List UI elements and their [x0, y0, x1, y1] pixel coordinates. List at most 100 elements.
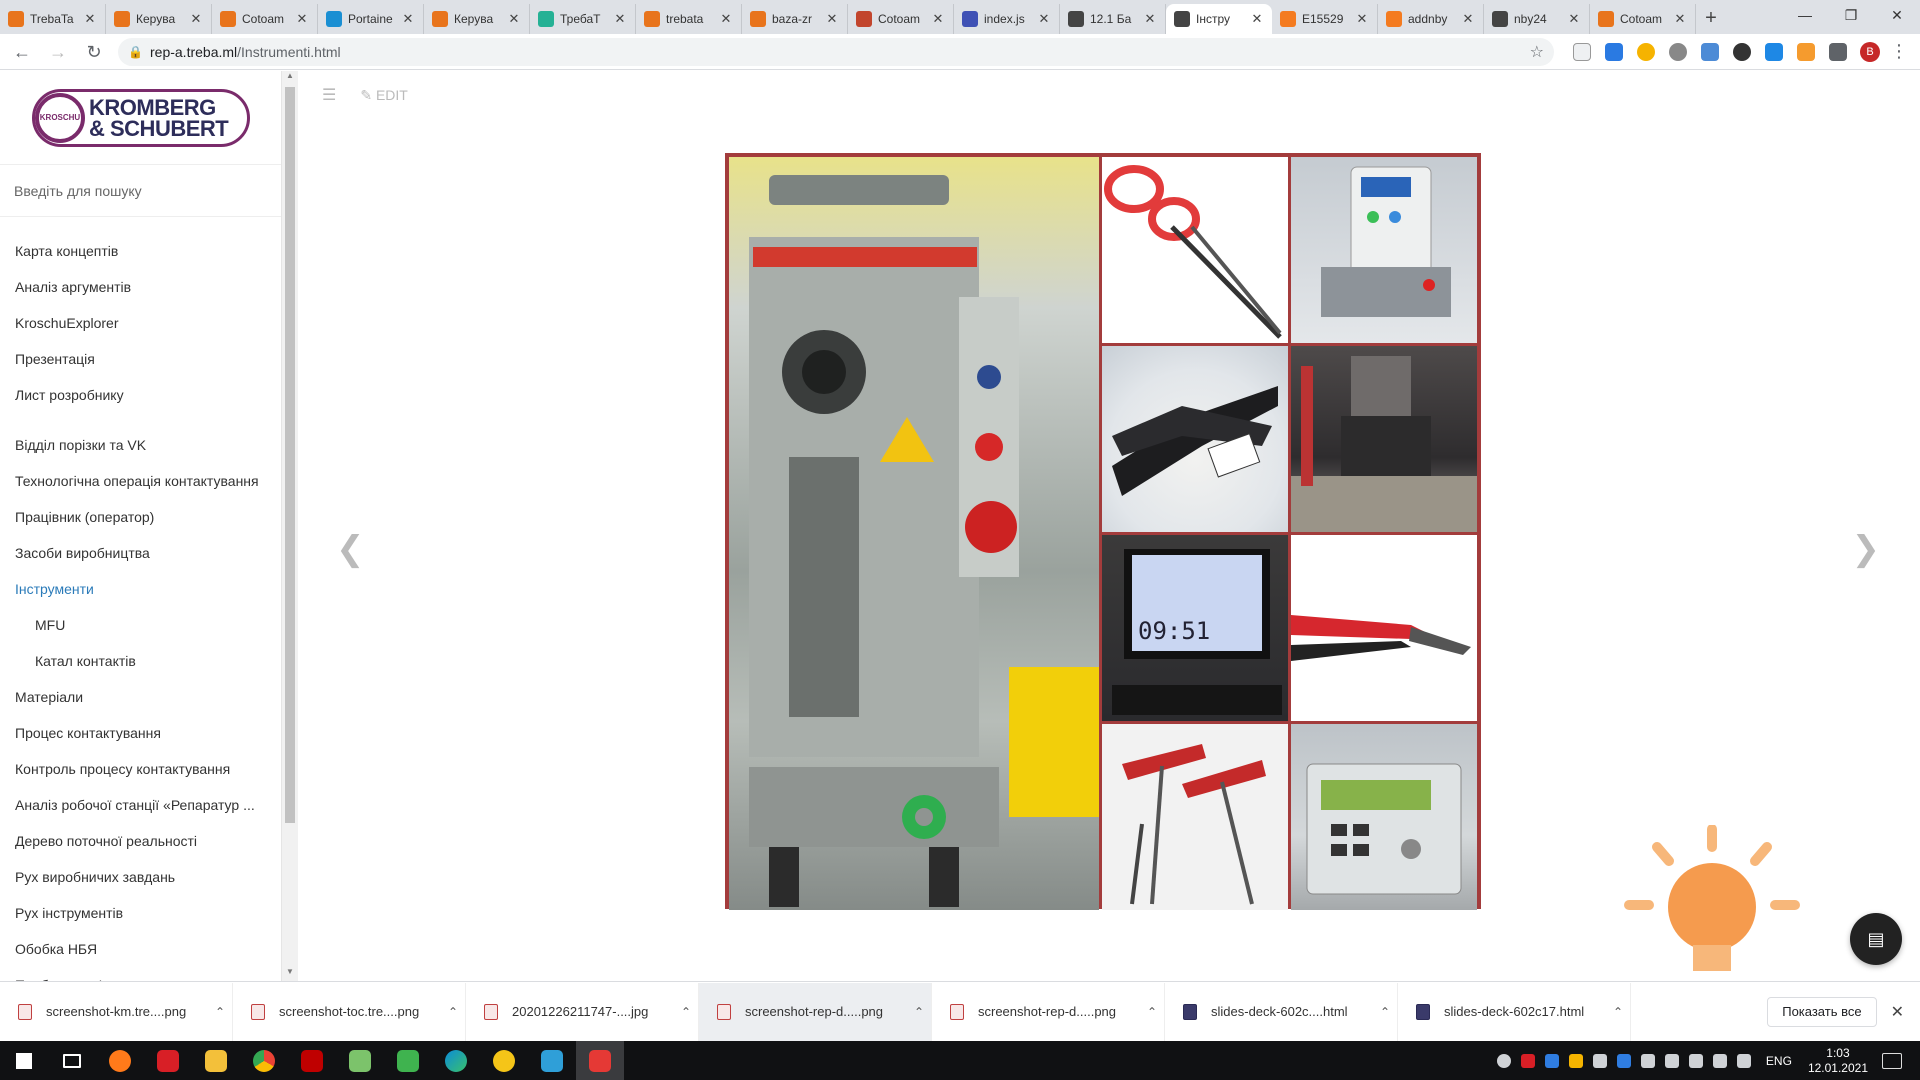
tab-close-icon[interactable]: ✕: [1461, 11, 1475, 27]
browser-tab[interactable]: Cotoam ✕: [212, 4, 318, 34]
firefox-taskbar-icon[interactable]: [96, 1041, 144, 1080]
scroll-down-icon[interactable]: ▼: [282, 967, 298, 981]
notepad-taskbar-icon[interactable]: [336, 1041, 384, 1080]
active-app-taskbar-icon[interactable]: [576, 1041, 624, 1080]
chevron-up-icon[interactable]: ⌃: [441, 1005, 465, 1019]
download-item[interactable]: slides-deck-602c17.html ⌃: [1398, 982, 1631, 1041]
sidebar-nav-item[interactable]: Презентація: [0, 341, 281, 377]
volume-icon[interactable]: [1688, 1053, 1703, 1068]
sidebar-nav-item[interactable]: Карта концептів: [0, 233, 281, 269]
sidebar-nav-item[interactable]: Обобка НБЯ: [0, 931, 281, 967]
tab-close-icon[interactable]: ✕: [613, 11, 627, 27]
m-extension-icon[interactable]: [1765, 42, 1783, 61]
download-item[interactable]: screenshot-km.tre....png ⌃: [0, 982, 233, 1041]
tab-close-icon[interactable]: ✕: [1250, 11, 1264, 27]
bookmark-star-icon[interactable]: ☆: [1530, 42, 1544, 62]
tray-app-icon[interactable]: [1520, 1053, 1535, 1068]
browser-tab[interactable]: Керува ✕: [106, 4, 212, 34]
hamburger-menu-icon[interactable]: ☰: [322, 85, 336, 105]
download-item[interactable]: screenshot-toc.tre....png ⌃: [233, 982, 466, 1041]
chrome-taskbar-icon[interactable]: [240, 1041, 288, 1080]
profile-avatar[interactable]: B: [1860, 41, 1880, 62]
chevron-up-icon[interactable]: ⌃: [1373, 1005, 1397, 1019]
chevron-up-icon[interactable]: ⌃: [1140, 1005, 1164, 1019]
sidebar-nav-item[interactable]: Дерево поточної реальності: [0, 823, 281, 859]
picker-extension-icon[interactable]: [1701, 42, 1719, 61]
tools-extension-icon[interactable]: [1797, 42, 1815, 61]
explorer-taskbar-icon[interactable]: [192, 1041, 240, 1080]
warning-icon[interactable]: [1568, 1053, 1583, 1068]
chevron-up-icon[interactable]: ⌃: [907, 1005, 931, 1019]
battery-icon[interactable]: [1640, 1053, 1655, 1068]
sidebar-nav-item[interactable]: Катал контактів: [0, 643, 281, 679]
sidebar-nav-item[interactable]: Контроль процесу контактування: [0, 751, 281, 787]
new-tab-button[interactable]: +: [1696, 4, 1726, 34]
chevron-up-icon[interactable]: ⌃: [208, 1005, 232, 1019]
reload-icon[interactable]: ↻: [80, 38, 108, 66]
tab-close-icon[interactable]: ✕: [1037, 11, 1051, 27]
next-slide-icon[interactable]: ❯: [1852, 529, 1881, 569]
sidebar-nav-item[interactable]: Технологічна операція контактування: [0, 463, 281, 499]
minimize-icon[interactable]: —: [1782, 0, 1828, 30]
edge-taskbar-icon[interactable]: [432, 1041, 480, 1080]
download-item[interactable]: screenshot-rep-d.....png ⌃: [699, 982, 932, 1041]
filezilla-taskbar-icon[interactable]: [288, 1041, 336, 1080]
back-icon[interactable]: ←: [8, 38, 36, 66]
tab-close-icon[interactable]: ✕: [825, 11, 839, 27]
language-tray-icon[interactable]: [1736, 1053, 1751, 1068]
tab-close-icon[interactable]: ✕: [401, 11, 415, 27]
dropbox-icon[interactable]: [1544, 1053, 1559, 1068]
browser-tab[interactable]: Cotoam ✕: [848, 4, 954, 34]
notifications-icon[interactable]: [1882, 1052, 1902, 1069]
globe-extension-icon[interactable]: [1669, 42, 1687, 61]
edit-icon[interactable]: ✎: [360, 87, 376, 104]
sidebar-nav-item[interactable]: KroschuExplorer: [0, 305, 281, 341]
tab-close-icon[interactable]: ✕: [507, 11, 521, 27]
restore-icon[interactable]: ❐: [1828, 0, 1874, 30]
tab-close-icon[interactable]: ✕: [1673, 11, 1687, 27]
sidebar-nav-item[interactable]: Лист розробнику: [0, 377, 281, 413]
search-input[interactable]: [14, 182, 264, 199]
sidebar-nav-item[interactable]: Процес контактування: [0, 715, 281, 751]
sidebar-nav-item[interactable]: Аналіз робочої станції «Репаратур ...: [0, 787, 281, 823]
browser-tab[interactable]: 12.1 Ба ✕: [1060, 4, 1166, 34]
sidebar-nav-item[interactable]: Рух виробничих завдань: [0, 859, 281, 895]
chat-button[interactable]: ▤: [1850, 913, 1902, 965]
tab-close-icon[interactable]: ✕: [1567, 11, 1581, 27]
browser-tab[interactable]: trebata ✕: [636, 4, 742, 34]
download-item[interactable]: 20201226211747-....jpg ⌃: [466, 982, 699, 1041]
sidebar-scrollbar[interactable]: ▲ ▼: [282, 71, 298, 981]
edit-button[interactable]: EDIT: [376, 87, 408, 103]
sidebar-nav-item[interactable]: MFU: [0, 607, 281, 643]
browser-tab[interactable]: Інстру ✕: [1166, 4, 1272, 34]
browser-tab[interactable]: nby24 ✕: [1484, 4, 1590, 34]
browser-tab[interactable]: Cotoam ✕: [1590, 4, 1696, 34]
sun-extension-icon[interactable]: [1637, 42, 1655, 61]
browser-tab[interactable]: E15529 ✕: [1272, 4, 1378, 34]
browser-tab[interactable]: Керува ✕: [424, 4, 530, 34]
tab-close-icon[interactable]: ✕: [1355, 11, 1369, 27]
forward-icon[interactable]: →: [44, 38, 72, 66]
language-indicator[interactable]: ENG: [1766, 1054, 1792, 1068]
tab-close-icon[interactable]: ✕: [83, 11, 97, 27]
sidebar-nav-item[interactable]: Рух інструментів: [0, 895, 281, 931]
sidebar-nav-item[interactable]: Аналіз аргументів: [0, 269, 281, 305]
company-logo[interactable]: KROSCHU KROMBERG & SCHUBERT: [0, 71, 281, 165]
sidebar-nav-item[interactable]: Проблема зв'язку: [0, 967, 281, 981]
app2-taskbar-icon[interactable]: [480, 1041, 528, 1080]
tab-close-icon[interactable]: ✕: [1143, 11, 1157, 27]
show-all-downloads-button[interactable]: Показать все: [1767, 996, 1877, 1027]
chevron-up-icon[interactable]: ⌃: [674, 1005, 698, 1019]
pocket-extension-icon[interactable]: [1573, 42, 1591, 61]
sidebar-nav-item[interactable]: Засоби виробництва: [0, 535, 281, 571]
sidebar-nav-item[interactable]: Відділ порізки та VK: [0, 427, 281, 463]
chevron-up-icon[interactable]: ⌃: [1606, 1005, 1630, 1019]
puzzle-extension-icon[interactable]: [1829, 42, 1847, 61]
browser-tab[interactable]: TrebaTa ✕: [0, 4, 106, 34]
start-button[interactable]: [0, 1041, 48, 1080]
task-view-button[interactable]: [48, 1041, 96, 1080]
browser-tab[interactable]: baza-zr ✕: [742, 4, 848, 34]
download-item[interactable]: slides-deck-602c....html ⌃: [1165, 982, 1398, 1041]
tab-close-icon[interactable]: ✕: [189, 11, 203, 27]
scrollbar-thumb[interactable]: [285, 87, 295, 823]
